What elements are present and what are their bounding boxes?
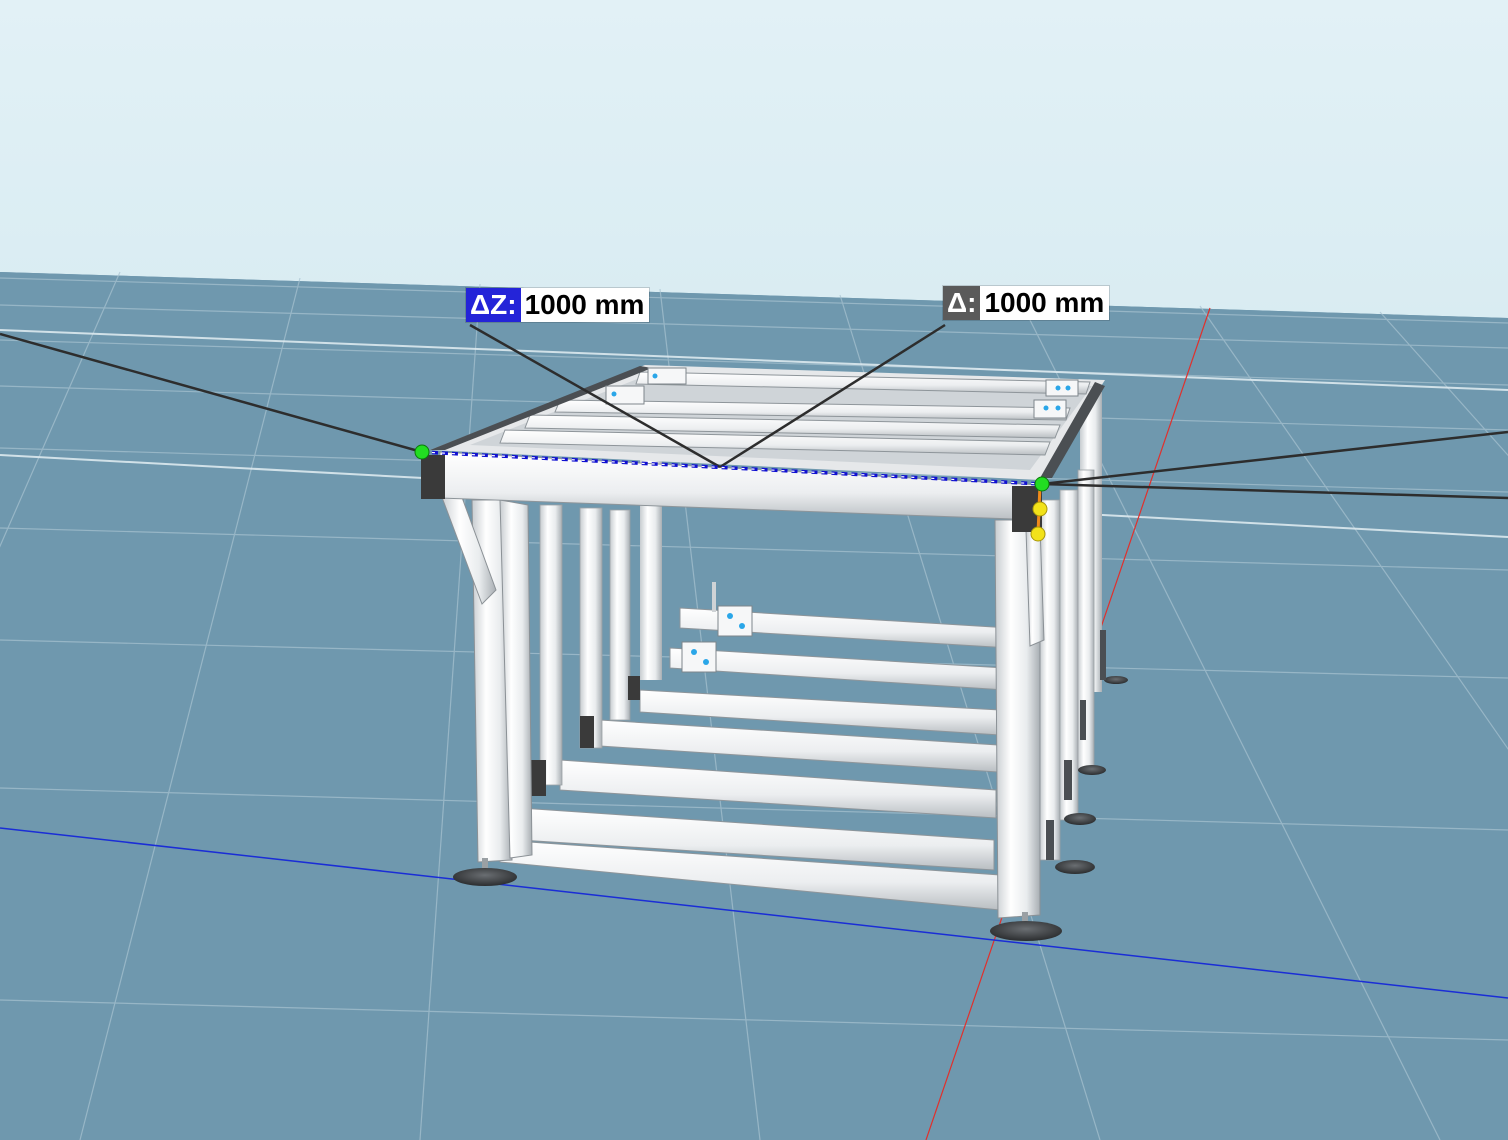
sky	[0, 0, 1508, 318]
dimension-label-delta[interactable]: Δ: 1000 mm	[943, 286, 1110, 320]
3d-scene[interactable]	[0, 0, 1508, 1140]
delta-value: 1000 mm	[980, 286, 1110, 320]
drag-handle-1[interactable]	[1032, 501, 1048, 517]
dimension-label-delta-z[interactable]: ΔZ: 1000 mm	[466, 288, 650, 322]
snap-point-end[interactable]	[1034, 476, 1050, 492]
delta-z-value: 1000 mm	[520, 288, 650, 322]
drag-handle-2[interactable]	[1030, 526, 1046, 542]
3d-viewport[interactable]: ΔZ: 1000 mm Δ: 1000 mm	[0, 0, 1508, 1140]
snap-point-start[interactable]	[414, 444, 430, 460]
delta-z-prefix: ΔZ:	[466, 288, 521, 322]
delta-prefix: Δ:	[943, 286, 981, 320]
